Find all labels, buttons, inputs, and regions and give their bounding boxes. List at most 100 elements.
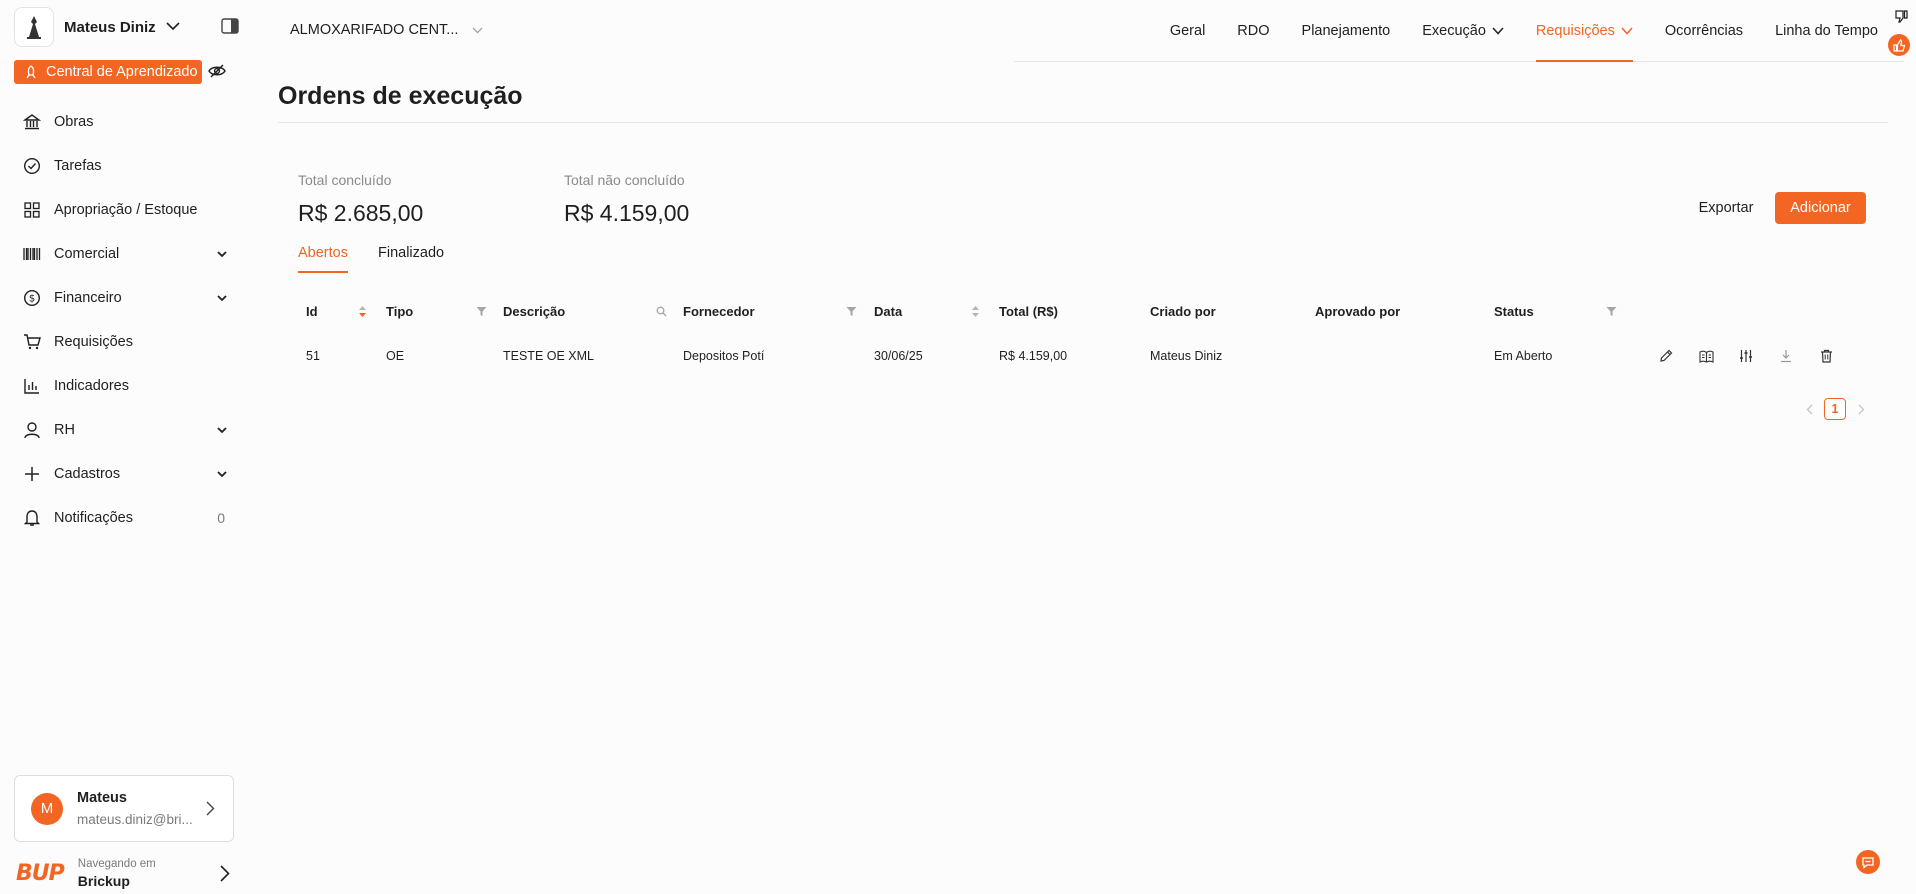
brand-logo: BUP [16, 860, 65, 886]
project-selector[interactable]: ALMOXARIFADO CENT... [290, 22, 483, 38]
cell-data: 30/06/25 [874, 349, 923, 363]
page-number[interactable]: 1 [1824, 398, 1846, 420]
learning-center-button[interactable]: Central de Aprendizado [14, 60, 202, 84]
stat-open: Total não concluído R$ 4.159,00 [564, 172, 689, 227]
sidebar-nav: Obras Tarefas Apropriação / Estoque Come… [20, 100, 235, 540]
sidebar-item-indicadores[interactable]: Indicadores [20, 364, 235, 408]
brand-switcher[interactable]: BUP Navegando em Brickup [16, 855, 236, 891]
tab-label: Planejamento [1301, 23, 1391, 39]
stat-value: R$ 4.159,00 [564, 200, 690, 226]
avatar: M [31, 792, 63, 825]
svg-text:$: $ [29, 294, 35, 305]
user-name: Mateus [77, 790, 127, 806]
sort-icon[interactable] [358, 305, 367, 321]
previous-page-icon[interactable] [1798, 398, 1820, 420]
org-switcher[interactable]: Mateus Diniz [14, 7, 244, 47]
stat-completed: Total concluído R$ 2.685,00 [298, 172, 423, 227]
sidebar-item-label: Comercial [54, 246, 120, 262]
column-header-id[interactable]: Id [306, 304, 318, 319]
chevron-down-icon [217, 246, 227, 262]
column-header-status: Status [1494, 304, 1534, 319]
brand-name: Brickup [77, 872, 130, 889]
bar-chart-icon [20, 374, 44, 398]
sidebar-item-label: Cadastros [54, 466, 121, 482]
search-icon[interactable] [656, 305, 667, 320]
sidebar-item-cadastros[interactable]: Cadastros [20, 452, 235, 496]
tab-execucao[interactable]: Execução [1422, 0, 1504, 62]
filter-icon[interactable] [476, 305, 487, 320]
column-header-fornecedor: Fornecedor [683, 304, 755, 319]
check-circle-icon [20, 154, 44, 178]
add-button[interactable]: Adicionar [1775, 192, 1866, 224]
book-icon[interactable] [1696, 346, 1716, 366]
sidebar: Mateus Diniz Central de Aprendizado Obra… [0, 0, 250, 894]
tab-rdo[interactable]: RDO [1237, 0, 1269, 62]
cell-total: R$ 4.159,00 [999, 349, 1068, 363]
edit-icon[interactable] [1656, 346, 1676, 366]
tab-requisicoes[interactable]: Requisições [1535, 0, 1633, 62]
cell-status: Em Aberto [1494, 349, 1553, 363]
cell-descricao: TESTE OE XML [503, 349, 594, 363]
page-title: Ordens de execução [278, 82, 523, 110]
chevron-down-icon [472, 27, 483, 33]
sidebar-item-rh[interactable]: RH [20, 408, 235, 452]
sidebar-item-notificacoes[interactable]: Notificações 0 [20, 496, 235, 540]
notification-count: 0 [217, 510, 225, 526]
column-header-descricao: Descrição [503, 304, 566, 319]
chevron-down-icon [166, 18, 180, 36]
tab-finalizado[interactable]: Finalizado [378, 245, 444, 277]
stat-value: R$ 2.685,00 [298, 200, 424, 226]
chevron-down-icon [1621, 27, 1633, 35]
dollar-icon: $ [20, 286, 44, 310]
sort-icon[interactable] [971, 305, 980, 321]
cell-id: 51 [306, 349, 320, 363]
sidebar-item-financeiro[interactable]: $ Financeiro [20, 276, 235, 320]
chevron-right-icon [206, 801, 215, 821]
filter-icon[interactable] [1606, 305, 1617, 320]
download-icon[interactable] [1776, 346, 1796, 366]
title-divider [278, 122, 1888, 123]
tab-label: RDO [1237, 23, 1270, 39]
tab-linha-do-tempo[interactable]: Linha do Tempo [1775, 0, 1878, 62]
stat-label: Total concluído [298, 172, 392, 188]
table-header: Id Tipo Descrição Fornecedor Data Total … [298, 298, 1858, 326]
pagination: 1 [1798, 398, 1872, 420]
panel-toggle-icon[interactable] [221, 18, 239, 39]
sliders-icon[interactable] [1736, 346, 1756, 366]
tab-label: Requisições [1535, 23, 1615, 39]
thumbs-down-icon[interactable] [1895, 10, 1908, 28]
sidebar-item-apropriacao[interactable]: Apropriação / Estoque [20, 188, 235, 232]
org-logo [14, 7, 54, 47]
eye-off-icon[interactable] [208, 63, 226, 84]
table-row[interactable]: 51 OE TESTE OE XML Depositos Potí 30/06/… [298, 338, 1858, 374]
sidebar-item-comercial[interactable]: Comercial [20, 232, 235, 276]
sidebar-item-requisicoes[interactable]: Requisições [20, 320, 235, 364]
chevron-down-icon [217, 290, 227, 306]
thumbs-up-icon[interactable] [1888, 34, 1910, 56]
rocket-icon [26, 65, 36, 79]
app: Mateus Diniz Central de Aprendizado Obra… [0, 0, 1916, 894]
sidebar-item-label: Financeiro [54, 290, 122, 306]
tab-abertos[interactable]: Abertos [298, 245, 348, 277]
tab-geral[interactable]: Geral [1170, 0, 1205, 62]
top-tabs: Geral RDO Planejamento Execução Requisiç… [1138, 0, 1878, 62]
sidebar-item-tarefas[interactable]: Tarefas [20, 144, 235, 188]
tab-label: Linha do Tempo [1775, 23, 1878, 39]
filter-icon[interactable] [846, 305, 857, 320]
trash-icon[interactable] [1816, 346, 1836, 366]
chat-icon[interactable] [1856, 850, 1880, 874]
stat-label: Total não concluído [564, 172, 685, 188]
tab-planejamento[interactable]: Planejamento [1302, 0, 1391, 62]
sidebar-item-label: Tarefas [54, 158, 102, 174]
cell-fornecedor: Depositos Potí [683, 349, 765, 363]
learning-center-label: Central de Aprendizado [46, 64, 198, 80]
chevron-right-icon [220, 865, 230, 887]
tab-ocorrencias[interactable]: Ocorrências [1665, 0, 1743, 62]
export-button[interactable]: Exportar [1686, 192, 1766, 224]
plus-icon [20, 462, 44, 486]
sidebar-item-obras[interactable]: Obras [20, 100, 235, 144]
next-page-icon[interactable] [1850, 398, 1872, 420]
bell-icon [20, 506, 44, 530]
user-card[interactable]: M Mateus mateus.diniz@bri... [14, 775, 234, 842]
column-header-data[interactable]: Data [874, 304, 902, 319]
